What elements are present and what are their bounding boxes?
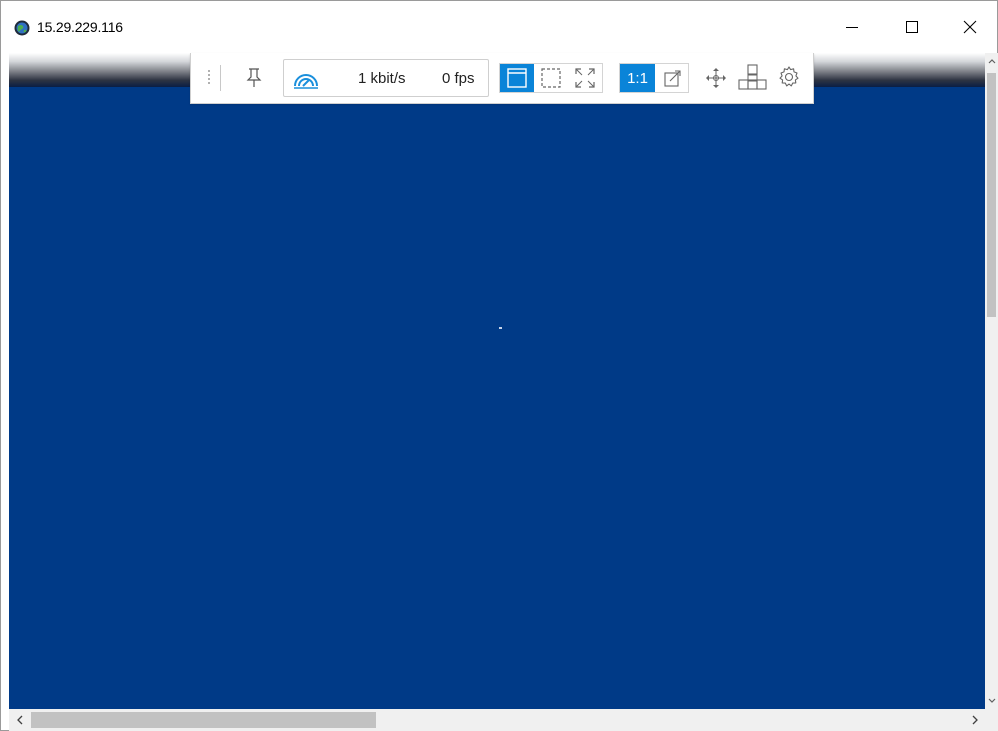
scale-label: 1:1 [627, 69, 648, 87]
scale-mode-group: 1:1 [619, 63, 689, 93]
connection-quality-icon [294, 74, 318, 89]
close-button[interactable] [941, 1, 998, 53]
selection-view-icon [541, 68, 561, 88]
fullscreen-icon [575, 68, 595, 88]
toolbar-grip[interactable] [203, 67, 215, 89]
horizontal-scrollbar[interactable] [9, 709, 985, 731]
window-view-icon [507, 68, 527, 88]
minimize-button[interactable] [823, 1, 881, 53]
fps-readout: 0 fps [442, 70, 475, 87]
scroll-up-button[interactable] [985, 53, 998, 69]
selection-view-button[interactable] [534, 64, 568, 92]
toolbar-separator [220, 65, 221, 91]
fullscreen-button[interactable] [568, 64, 602, 92]
maximize-icon [906, 21, 918, 33]
move-button[interactable] [703, 65, 729, 91]
view-mode-group [499, 63, 603, 93]
pin-toolbar-button[interactable] [241, 64, 267, 92]
chevron-right-icon [972, 715, 978, 725]
move-icon [706, 68, 726, 88]
connection-stats[interactable]: 1 kbit/s 0 fps [283, 59, 489, 97]
vertical-scrollbar[interactable] [985, 53, 998, 709]
chevron-left-icon [16, 715, 22, 725]
chevron-up-icon [988, 59, 995, 64]
scroll-left-button[interactable] [9, 709, 29, 731]
scale-to-fit-button[interactable] [655, 64, 690, 92]
settings-button[interactable] [776, 64, 802, 90]
bandwidth-readout: 1 kbit/s [358, 70, 406, 87]
scroll-down-button[interactable] [985, 693, 998, 709]
remote-viewer-window: 15.29.229.116 1 kbit/s 0 fps 1:1 [0, 0, 998, 731]
remote-desktop-view[interactable] [9, 53, 985, 709]
scale-to-fit-icon [663, 70, 681, 87]
grip-icon [208, 70, 210, 84]
vertical-scroll-thumb[interactable] [987, 73, 996, 317]
window-view-button[interactable] [500, 64, 534, 92]
title-bar[interactable]: 15.29.229.116 [1, 1, 997, 53]
maximize-button[interactable] [883, 1, 941, 53]
remote-cursor [499, 327, 502, 329]
monitors-button[interactable] [736, 62, 768, 92]
session-toolbar: 1 kbit/s 0 fps 1:1 [190, 53, 814, 104]
scale-1to1-button[interactable]: 1:1 [620, 64, 655, 92]
gear-icon [779, 66, 799, 87]
pin-icon [246, 68, 262, 87]
horizontal-scroll-thumb[interactable] [31, 712, 376, 728]
monitors-icon [738, 64, 767, 90]
minimize-icon [846, 27, 858, 28]
close-icon [963, 20, 977, 34]
chevron-down-icon [988, 698, 995, 703]
scroll-right-button[interactable] [965, 709, 985, 731]
window-title: 15.29.229.116 [37, 19, 123, 35]
scrollbar-corner [985, 709, 998, 731]
app-globe-icon [14, 20, 30, 36]
